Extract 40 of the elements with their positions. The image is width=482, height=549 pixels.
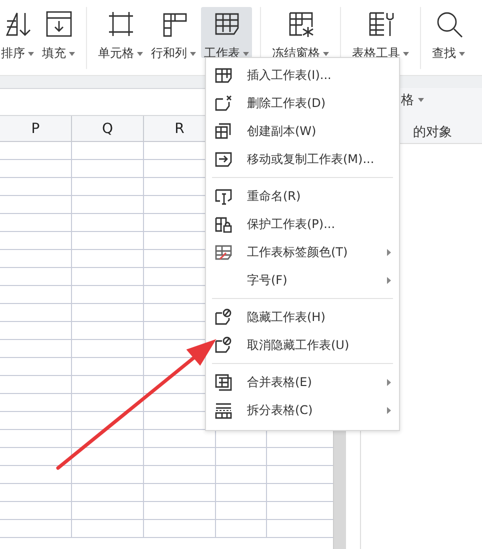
sheet-move-icon	[214, 150, 233, 168]
submenu-arrow-icon	[387, 378, 391, 386]
column-header[interactable]: Q	[72, 116, 144, 141]
menu-item[interactable]: 重命名(R)	[206, 182, 399, 210]
caret-icon	[137, 52, 143, 56]
toolbar-button[interactable]: 填充	[39, 7, 78, 58]
fill-down-icon	[44, 9, 74, 39]
submenu-arrow-icon	[387, 248, 391, 256]
menu-item[interactable]: 合并表格(E)	[206, 368, 399, 396]
hide-icon	[214, 336, 233, 354]
tab-color-icon	[214, 242, 233, 262]
caret-icon	[28, 52, 34, 56]
hide-icon	[214, 308, 233, 326]
submenu-arrow-icon	[387, 406, 391, 414]
submenu-arrow-icon	[387, 276, 391, 284]
column-header[interactable]: P	[0, 116, 72, 141]
toolbar-button[interactable]: 行和列	[148, 7, 199, 58]
menu-item[interactable]: 插入工作表(I)...	[206, 61, 399, 89]
rename-icon	[214, 186, 233, 206]
toolbar-button[interactable]: 排序	[0, 7, 37, 58]
menu-item[interactable]: 工作表标签颜色(T)	[206, 238, 399, 266]
menu-item[interactable]: 删除工作表(D)	[206, 89, 399, 117]
copy-icon	[214, 122, 233, 140]
panel-subtitle: 的对象	[413, 124, 452, 141]
toolbar-button[interactable]: 单元格	[95, 7, 146, 58]
split-icon	[214, 400, 233, 420]
caret-icon	[403, 52, 409, 56]
caret-icon	[190, 52, 196, 56]
table-icon	[214, 66, 233, 84]
merge-icon	[214, 372, 233, 392]
panel-title: 格	[401, 91, 424, 109]
menu-item[interactable]: 隐藏工作表(H)	[206, 303, 399, 331]
menu-item[interactable]: 保护工作表(P)...	[206, 210, 399, 238]
menu-item[interactable]: 拆分表格(C)	[206, 396, 399, 424]
caret-icon	[418, 98, 424, 102]
toolbar-button[interactable]: 查找	[429, 7, 468, 58]
caret-icon	[459, 52, 465, 56]
sheet-delete-icon	[214, 94, 233, 112]
caret-icon	[69, 52, 75, 56]
lock-icon	[214, 214, 233, 234]
